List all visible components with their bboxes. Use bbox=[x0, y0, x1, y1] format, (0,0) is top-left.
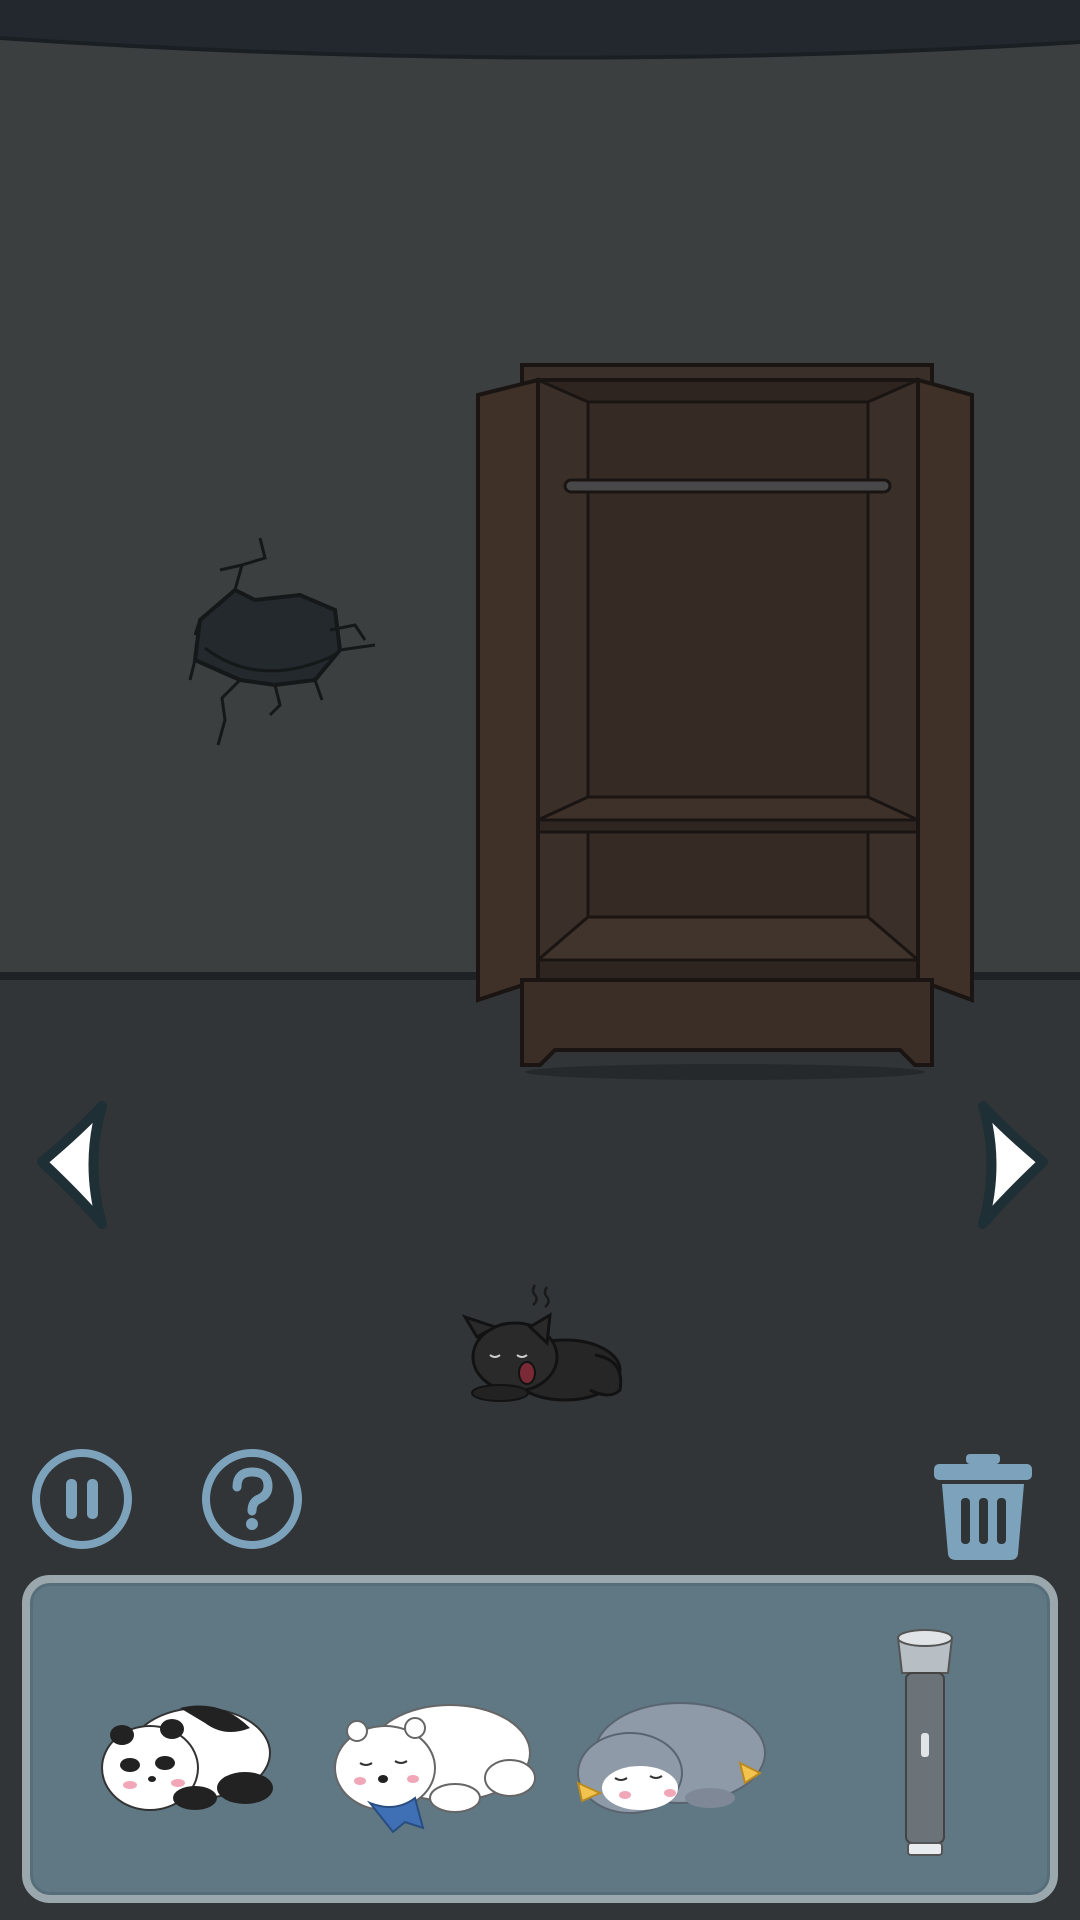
pause-icon[interactable] bbox=[30, 1447, 134, 1551]
question-mark-icon[interactable] bbox=[200, 1447, 304, 1551]
ceiling-edge bbox=[0, 0, 1080, 60]
inventory-slot-polar-bear[interactable] bbox=[315, 1603, 545, 1883]
penguin-icon bbox=[576, 1702, 766, 1814]
flashlight-icon bbox=[896, 1629, 954, 1856]
inventory-slot-penguin[interactable] bbox=[560, 1603, 790, 1883]
game-scene bbox=[0, 0, 1080, 1920]
sleeping-black-cat[interactable] bbox=[455, 1275, 630, 1405]
open-wardrobe[interactable] bbox=[470, 360, 980, 1090]
trash-icon[interactable] bbox=[928, 1450, 1038, 1562]
wall-hole[interactable] bbox=[180, 530, 390, 790]
inventory-slot-flashlight[interactable] bbox=[810, 1603, 1040, 1883]
chevron-right-icon[interactable] bbox=[965, 1100, 1055, 1230]
chevron-left-icon[interactable] bbox=[30, 1100, 120, 1230]
inventory-slot-panda[interactable] bbox=[70, 1603, 300, 1883]
inventory-bar bbox=[22, 1575, 1058, 1903]
panda-icon bbox=[101, 1705, 273, 1811]
polar-bear-icon bbox=[334, 1704, 536, 1834]
